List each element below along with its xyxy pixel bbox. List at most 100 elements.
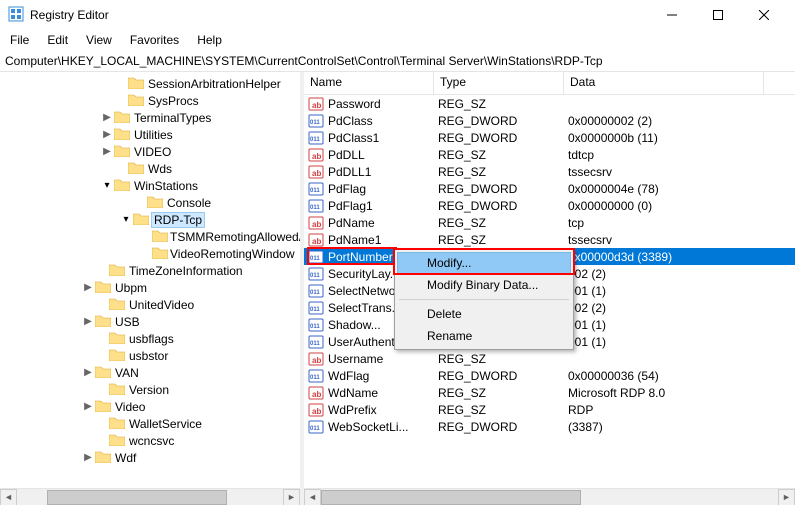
context-separator xyxy=(399,299,569,300)
tree-node[interactable]: ▾RDP-Tcp xyxy=(0,211,300,228)
svg-text:011: 011 xyxy=(310,256,320,262)
tree-node[interactable]: wcncsvc xyxy=(0,432,300,449)
tree-node[interactable]: WalletService xyxy=(0,415,300,432)
tree-panel[interactable]: SessionArbitrationHelper SysProcs▶Termina… xyxy=(0,72,300,505)
string-value-icon: ab xyxy=(308,385,324,401)
value-type-cell: REG_DWORD xyxy=(434,182,564,196)
svg-text:011: 011 xyxy=(310,290,320,296)
svg-text:011: 011 xyxy=(310,188,320,194)
registry-value-row[interactable]: abUsernameREG_SZ xyxy=(304,350,795,367)
string-value-icon: ab xyxy=(308,164,324,180)
tree-node[interactable]: usbflags xyxy=(0,330,300,347)
registry-value-row[interactable]: 011PdClass1REG_DWORD0x0000000b (11) xyxy=(304,129,795,146)
expander-icon[interactable]: ▾ xyxy=(119,214,133,225)
value-data-cell: 001 (1) xyxy=(564,318,764,332)
expander-icon[interactable]: ▶ xyxy=(81,316,95,327)
column-header[interactable]: Type xyxy=(434,72,564,94)
context-menu-item[interactable]: Rename xyxy=(397,325,571,347)
tree-node[interactable]: Console xyxy=(0,194,300,211)
menu-favorites[interactable]: Favorites xyxy=(122,31,187,49)
tree-node[interactable]: UnitedVideo xyxy=(0,296,300,313)
registry-value-row[interactable]: abWdPrefixREG_SZRDP xyxy=(304,401,795,418)
registry-value-row[interactable]: 011WebSocketLi...REG_DWORD (3387) xyxy=(304,418,795,435)
tree-node[interactable]: VideoRemotingWindow xyxy=(0,245,300,262)
tree-hscroll[interactable]: ◄ ► xyxy=(0,488,300,505)
tree-node[interactable]: TSMMRemotingAllowedApp xyxy=(0,228,300,245)
scroll-left-button[interactable]: ◄ xyxy=(0,489,17,505)
folder-icon xyxy=(109,263,127,279)
tree-node[interactable]: ▶Utilities xyxy=(0,126,300,143)
tree-node[interactable]: SysProcs xyxy=(0,92,300,109)
expander-icon[interactable]: ▶ xyxy=(100,129,114,140)
value-type-cell: REG_DWORD xyxy=(434,420,564,434)
tree-node[interactable]: SessionArbitrationHelper xyxy=(0,75,300,92)
list-hscroll[interactable]: ◄ ► xyxy=(304,488,795,505)
scroll-right-button[interactable]: ► xyxy=(778,489,795,505)
registry-value-row[interactable]: abPdName1REG_SZtssecsrv xyxy=(304,231,795,248)
registry-value-row[interactable]: abWdNameREG_SZMicrosoft RDP 8.0 xyxy=(304,384,795,401)
expander-icon[interactable]: ▶ xyxy=(81,367,95,378)
column-header[interactable]: Data xyxy=(564,72,764,94)
minimize-button[interactable] xyxy=(649,0,695,30)
scroll-track[interactable] xyxy=(321,489,778,505)
value-name-cell: abPdDLL1 xyxy=(304,164,434,180)
context-menu-item[interactable]: Modify... xyxy=(397,252,571,274)
registry-value-row[interactable]: abPdDLLREG_SZtdtcp xyxy=(304,146,795,163)
tree-node[interactable]: ▶ VIDEO xyxy=(0,143,300,160)
scroll-thumb[interactable] xyxy=(47,490,227,505)
tree-node-label: SysProcs xyxy=(146,94,201,108)
folder-icon xyxy=(109,348,127,364)
tree-node[interactable]: ▶Video xyxy=(0,398,300,415)
maximize-button[interactable] xyxy=(695,0,741,30)
expander-icon[interactable]: ▶ xyxy=(81,452,95,463)
svg-text:ab: ab xyxy=(312,169,321,178)
folder-icon xyxy=(95,450,113,466)
tree-node-label: TSMMRemotingAllowedApp xyxy=(168,230,300,244)
address-bar[interactable]: Computer\HKEY_LOCAL_MACHINE\SYSTEM\Curre… xyxy=(0,50,795,72)
registry-value-row[interactable]: abPdDLL1REG_SZtssecsrv xyxy=(304,163,795,180)
expander-icon[interactable]: ▶ xyxy=(100,112,114,123)
menu-view[interactable]: View xyxy=(78,31,120,49)
expander-icon[interactable]: ▶ xyxy=(100,146,114,157)
tree-node[interactable]: ▶Ubpm xyxy=(0,279,300,296)
folder-icon xyxy=(133,212,151,228)
registry-value-row[interactable]: abPdNameREG_SZtcp xyxy=(304,214,795,231)
registry-value-row[interactable]: 011PdFlag1REG_DWORD0x00000000 (0) xyxy=(304,197,795,214)
tree-node[interactable]: Wds xyxy=(0,160,300,177)
menu-help[interactable]: Help xyxy=(189,31,230,49)
scroll-left-button[interactable]: ◄ xyxy=(304,489,321,505)
tree-node[interactable]: TimeZoneInformation xyxy=(0,262,300,279)
registry-value-row[interactable]: 011PdClassREG_DWORD0x00000002 (2) xyxy=(304,112,795,129)
folder-icon xyxy=(128,76,146,92)
registry-value-row[interactable]: abPasswordREG_SZ xyxy=(304,95,795,112)
string-value-icon: ab xyxy=(308,232,324,248)
menu-file[interactable]: File xyxy=(2,31,37,49)
tree-node[interactable]: ▾WinStations xyxy=(0,177,300,194)
close-button[interactable] xyxy=(741,0,787,30)
string-value-icon: ab xyxy=(308,96,324,112)
tree-node-label: VIDEO xyxy=(132,145,173,159)
registry-value-row[interactable]: 011PdFlagREG_DWORD0x0000004e (78) xyxy=(304,180,795,197)
menubar: File Edit View Favorites Help xyxy=(0,30,795,50)
tree-node[interactable]: usbstor xyxy=(0,347,300,364)
value-data-cell: tdtcp xyxy=(564,148,764,162)
svg-text:011: 011 xyxy=(310,273,320,279)
registry-value-row[interactable]: 011WdFlagREG_DWORD0x00000036 (54) xyxy=(304,367,795,384)
tree-node[interactable]: ▶TerminalTypes xyxy=(0,109,300,126)
column-header[interactable]: Name xyxy=(304,72,434,94)
expander-icon[interactable]: ▶ xyxy=(81,401,95,412)
scroll-thumb[interactable] xyxy=(321,490,581,505)
tree-node[interactable]: ▶VAN xyxy=(0,364,300,381)
context-menu-item[interactable]: Delete xyxy=(397,303,571,325)
scroll-right-button[interactable]: ► xyxy=(283,489,300,505)
expander-icon[interactable]: ▶ xyxy=(81,282,95,293)
expander-icon[interactable]: ▾ xyxy=(100,180,114,191)
menu-edit[interactable]: Edit xyxy=(39,31,76,49)
value-data-cell: tssecsrv xyxy=(564,233,764,247)
tree-node[interactable]: ▶Wdf xyxy=(0,449,300,466)
tree-node[interactable]: Version xyxy=(0,381,300,398)
folder-icon xyxy=(114,178,132,194)
context-menu-item[interactable]: Modify Binary Data... xyxy=(397,274,571,296)
tree-node[interactable]: ▶USB xyxy=(0,313,300,330)
scroll-track[interactable] xyxy=(17,489,283,505)
